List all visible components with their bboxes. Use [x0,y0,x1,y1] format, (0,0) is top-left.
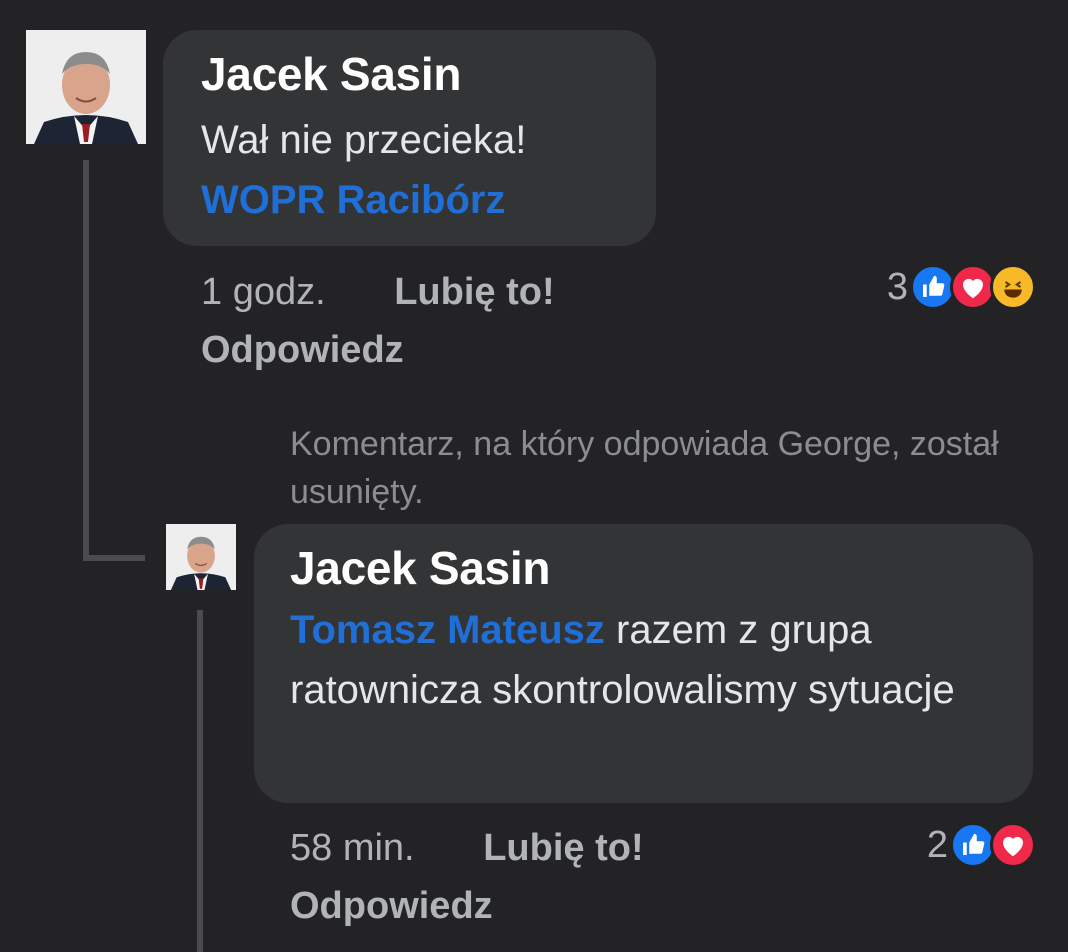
haha-icon [990,264,1036,310]
like-button[interactable]: Lubię to! [394,271,554,313]
comment-timestamp[interactable]: 58 min. [290,827,415,869]
deleted-comment-note: Komentarz, na który odpowiada George, zo… [290,425,999,511]
mention-link[interactable]: WOPR Racibórz [201,170,618,230]
thread-connector [83,555,145,561]
comment-text: Wał nie przecieka! [201,118,527,162]
avatar[interactable] [26,30,146,144]
comment-bubble: Jacek Sasin Tomasz Mateusz razem z grupa… [254,524,1033,803]
reaction-count: 3 [886,265,908,308]
comment-text: Tomasz Mateusz razem z grupa ratownicza … [290,600,997,720]
reaction-count: 2 [926,823,948,866]
reactions-summary[interactable]: 2 [927,822,1036,868]
mention-link[interactable]: Tomasz Mateusz [290,608,605,652]
thread-line-main [83,160,89,560]
comment-author[interactable]: Jacek Sasin [290,538,997,598]
avatar[interactable] [166,524,236,590]
love-icon [990,822,1036,868]
avatar-photo [166,524,236,590]
comment-meta: 1 godz. Lubię to! [201,268,555,316]
thread-line-reply [197,610,203,952]
reply-button-row: Odpowiedz [290,882,493,930]
comment-author[interactable]: Jacek Sasin [201,46,618,102]
comment-bubble: Jacek Sasin Wał nie przecieka! WOPR Raci… [163,30,656,246]
like-button[interactable]: Lubię to! [483,827,643,869]
reactions-summary[interactable]: 3 [887,264,1036,310]
reply-button[interactable]: Odpowiedz [201,329,404,371]
avatar-photo [26,30,146,144]
comment-timestamp[interactable]: 1 godz. [201,271,326,313]
comment-meta: 58 min. Lubię to! [290,824,644,872]
reply-button-row: Odpowiedz [201,326,404,374]
reply-button[interactable]: Odpowiedz [290,885,493,927]
